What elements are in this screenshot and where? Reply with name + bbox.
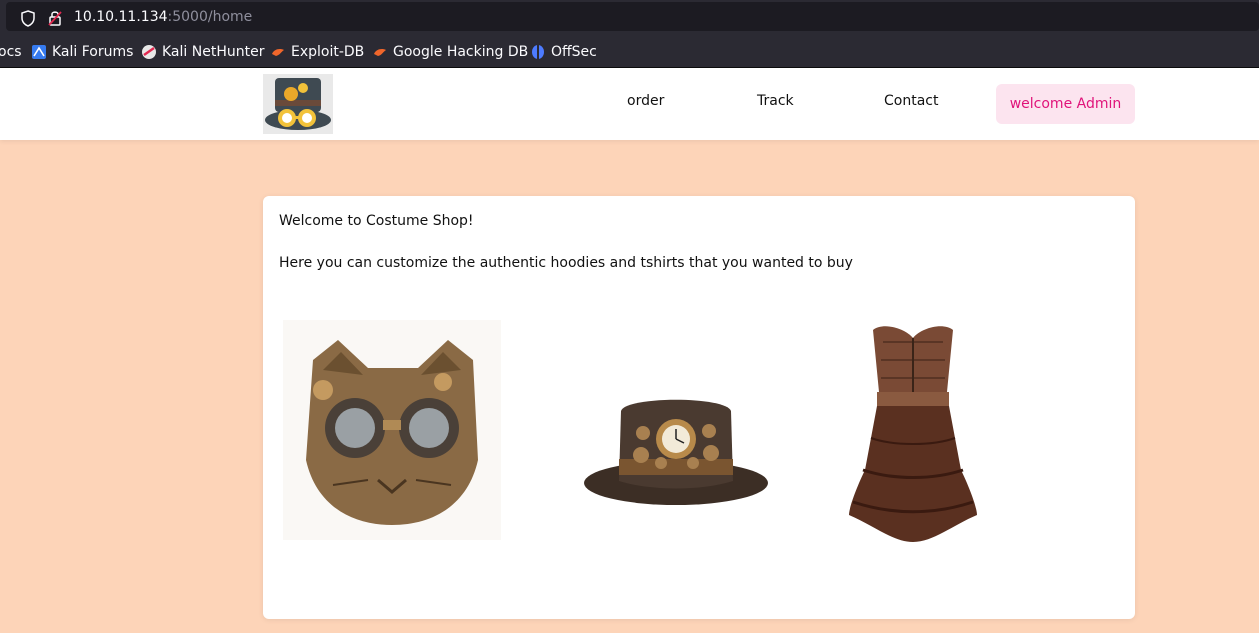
- bookmark-kali-nethunter[interactable]: Kali NetHunter: [141, 43, 264, 61]
- browser-toolbar: 10.10.11.134:5000/home: [0, 0, 1259, 34]
- bookmark-google-hacking-db[interactable]: Google Hacking DB: [372, 43, 528, 61]
- bookmark-docs[interactable]: ocs: [0, 43, 22, 61]
- bookmark-label: Exploit-DB: [291, 44, 365, 60]
- insecure-lock-icon[interactable]: [47, 9, 63, 27]
- nav-order-link[interactable]: order: [627, 93, 664, 109]
- bookmarks-bar: ocs Kali Forums Kali NetHunter Exploit-D…: [0, 34, 1259, 68]
- corset-dress-image[interactable]: [843, 320, 983, 546]
- kali-nethunter-icon: [142, 45, 156, 59]
- site-header: order Track Contact welcome Admin: [0, 68, 1259, 140]
- url-path: :5000/home: [167, 9, 253, 25]
- card-description: Here you can customize the authentic hoo…: [279, 255, 853, 271]
- url-host: 10.10.11.134: [74, 9, 168, 25]
- exploit-db-icon: [272, 49, 284, 56]
- nav-contact-link[interactable]: Contact: [884, 93, 938, 109]
- card-title: Welcome to Costume Shop!: [279, 213, 474, 229]
- top-hat-image[interactable]: [581, 391, 771, 516]
- url-field[interactable]: 10.10.11.134:5000/home: [6, 2, 1259, 31]
- welcome-admin-button[interactable]: welcome Admin: [996, 84, 1135, 124]
- bookmark-label: Kali NetHunter: [162, 44, 265, 60]
- offsec-icon: [532, 45, 544, 59]
- bookmark-label: Google Hacking DB: [393, 44, 529, 60]
- costume-shop-logo[interactable]: [263, 74, 333, 134]
- exploit-db-icon: [374, 49, 386, 56]
- kali-forums-icon: [32, 45, 46, 59]
- cat-mask-image[interactable]: [283, 320, 501, 540]
- bookmark-label: Kali Forums: [52, 44, 134, 60]
- bookmark-label: OffSec: [551, 44, 597, 60]
- welcome-card: Welcome to Costume Shop! Here you can cu…: [263, 196, 1135, 619]
- bookmark-exploit-db[interactable]: Exploit-DB: [270, 43, 364, 61]
- bookmark-offsec[interactable]: OffSec: [530, 43, 597, 61]
- shield-icon[interactable]: [20, 10, 36, 27]
- bookmark-label: ocs: [0, 44, 22, 60]
- bookmark-kali-forums[interactable]: Kali Forums: [31, 43, 133, 61]
- nav-track-link[interactable]: Track: [757, 93, 794, 109]
- url-text[interactable]: 10.10.11.134:5000/home: [74, 9, 252, 25]
